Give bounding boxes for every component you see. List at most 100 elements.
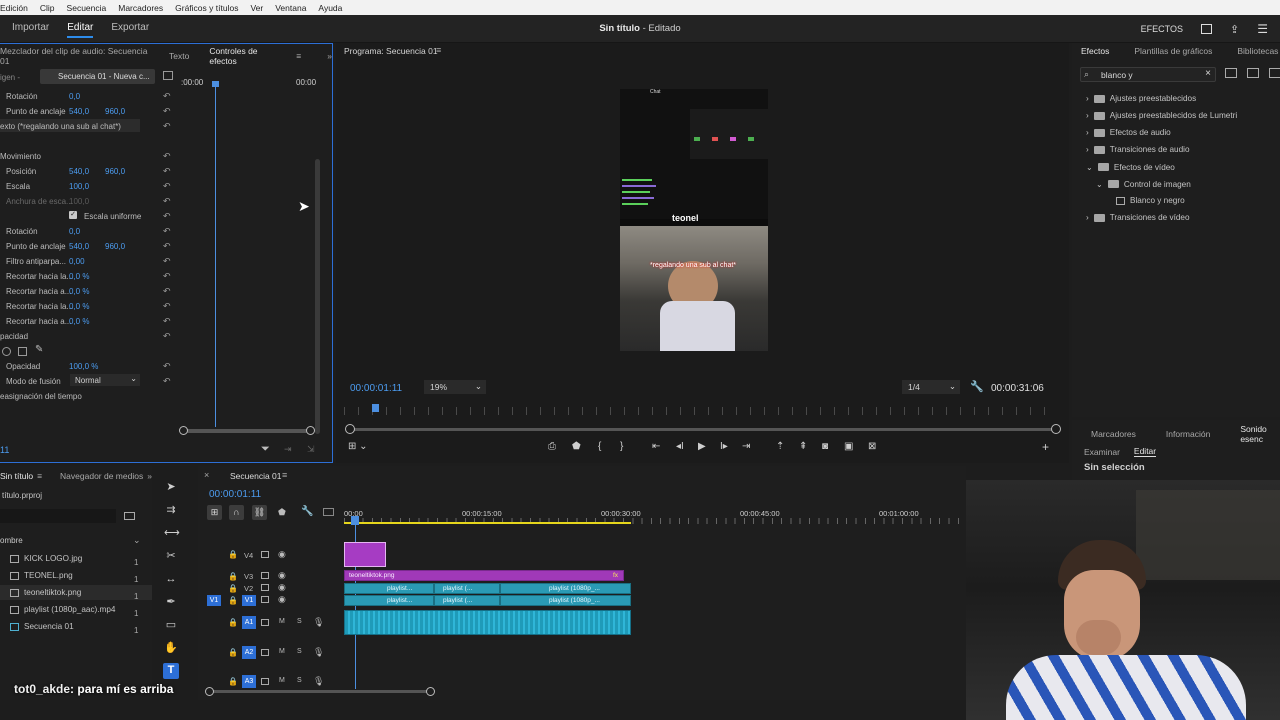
reset-icon[interactable]: ↶ [163, 182, 174, 191]
clip-v3[interactable]: teoneltiktok.png fx [344, 570, 624, 581]
section-movimiento[interactable]: Movimiento [0, 152, 41, 161]
share-icon[interactable]: ⇪ [1230, 23, 1239, 36]
tree-item-blanco-negro[interactable]: Blanco y negro [1116, 196, 1185, 205]
sync-icon[interactable] [261, 678, 269, 685]
slip-tool-icon[interactable]: ↔ [164, 572, 178, 586]
snap-icon[interactable]: ∩ [229, 505, 244, 520]
menu-graficos[interactable]: Gráficos y títulos [175, 3, 238, 13]
lock-icon[interactable]: 🔒 [228, 572, 238, 581]
clip-v2-a[interactable]: playlist... [344, 583, 434, 594]
filter-icon[interactable]: ⏷ [261, 443, 270, 456]
reset-icon[interactable]: ↶ [163, 212, 174, 221]
project-search-input[interactable] [0, 509, 116, 523]
tl-scroll-handle-left[interactable] [205, 687, 214, 696]
rectangle-tool-icon[interactable]: ▭ [164, 618, 178, 632]
blend-mode-select[interactable]: Normal ⌄ [70, 374, 140, 386]
panel-menu-icon[interactable]: ≡ [436, 45, 441, 55]
nest-icon[interactable]: ⊞ [207, 505, 222, 520]
tree-item-presets[interactable]: › Ajustes preestablecidos [1086, 94, 1196, 103]
toggle-timeline-icon[interactable] [163, 71, 173, 80]
tree-item-control-imagen[interactable]: ⌄ Control de imagen [1096, 179, 1191, 190]
sync-icon[interactable] [261, 619, 269, 626]
linked-selection-icon[interactable]: ⛓ [252, 505, 267, 520]
track-v4-label[interactable]: V4 [244, 551, 253, 560]
anclaje-2-x-value[interactable]: 540,0 [69, 242, 89, 251]
clip-v2-b[interactable]: playlist (... [434, 583, 500, 594]
close-tab-icon[interactable]: × [204, 470, 209, 480]
menu-ventana[interactable]: Ventana [275, 3, 306, 13]
mark-in-icon[interactable]: { [598, 441, 601, 452]
subtab-examinar[interactable]: Examinar [1084, 447, 1120, 457]
reset-icon[interactable]: ↶ [163, 152, 174, 161]
solo-button[interactable]: S [297, 618, 302, 625]
sync-icon[interactable] [261, 551, 269, 558]
tab-media-browser[interactable]: Navegador de medios [60, 471, 143, 481]
settings-icon[interactable]: ⊞ ⌄ [348, 441, 368, 452]
lock-icon[interactable]: 🔒 [228, 618, 238, 627]
clip-a1-audio[interactable] [344, 610, 631, 635]
panel-menu-icon[interactable]: ≡ [296, 51, 301, 61]
track-v2-label[interactable]: V2 [244, 584, 253, 593]
tab-project[interactable]: Sin título [0, 471, 33, 481]
search-input[interactable]: blanco y [1101, 70, 1133, 80]
track-v1-label[interactable]: V1 [242, 595, 256, 606]
ec-playhead-handle[interactable] [212, 81, 219, 87]
timeline-settings-icon[interactable]: 🔧 [301, 506, 313, 517]
reset-icon[interactable]: ↶ [163, 167, 174, 176]
program-ruler[interactable] [344, 407, 1054, 415]
step-forward-icon[interactable]: I▸ [720, 441, 728, 452]
clip-v1-a[interactable]: playlist... [344, 595, 434, 606]
lift-icon[interactable]: ⇡ [776, 441, 784, 452]
reset-icon[interactable]: ↶ [163, 197, 174, 206]
wrench-icon[interactable]: 🔧 [970, 380, 984, 393]
panel-overflow-icon[interactable]: » [147, 471, 152, 481]
reset-icon[interactable]: ↶ [163, 287, 174, 296]
tab-efectos[interactable]: Efectos [1081, 46, 1109, 56]
source-patch-v1[interactable]: V1 [207, 595, 221, 606]
panel-menu-icon[interactable]: ≡ [282, 470, 287, 480]
microphone-icon[interactable]: 🎙 [313, 676, 324, 687]
recortar-1-value[interactable]: 0,0 % [69, 272, 89, 281]
razor-tool-icon[interactable]: ✂ [164, 549, 178, 563]
export-icon[interactable]: ⇲ [307, 444, 315, 455]
clip-v2-c[interactable]: playlist (1080p_... [500, 583, 631, 594]
panel-menu-icon[interactable]: ≡ [37, 471, 42, 481]
program-timecode[interactable]: 00:00:01:11 [350, 383, 402, 394]
captions-icon[interactable] [323, 508, 334, 516]
track-select-tool-icon[interactable]: ⇉ [164, 503, 178, 517]
project-item-teonel[interactable]: TEONEL.png [10, 571, 73, 580]
project-item-sequence[interactable]: Secuencia 01 [10, 622, 74, 631]
recortar-2-value[interactable]: 0,0 % [69, 287, 89, 296]
rotacion-2-value[interactable]: 0,0 [69, 227, 80, 236]
posicion-x-value[interactable]: 540,0 [69, 167, 89, 176]
efectos-workspace-label[interactable]: EFECTOS [1141, 24, 1183, 34]
timeline-tab[interactable]: Secuencia 01 [230, 471, 282, 481]
lock-icon[interactable]: 🔒 [228, 677, 238, 686]
tree-item-audio-effects[interactable]: › Efectos de audio [1086, 128, 1171, 137]
menu-ayuda[interactable]: Ayuda [318, 3, 342, 13]
ripple-edit-tool-icon[interactable]: ⟷ [164, 526, 180, 540]
lock-icon[interactable]: 🔒 [228, 550, 238, 559]
posicion-y-value[interactable]: 960,0 [105, 167, 125, 176]
new-bin-icon[interactable] [124, 512, 135, 520]
project-item-kick-logo[interactable]: KICK LOGO.jpg [10, 554, 82, 563]
project-item-teoneltiktok[interactable]: teoneltiktok.png [10, 588, 81, 597]
track-a1-label[interactable]: A1 [242, 616, 256, 629]
anclaje-x-value[interactable]: 540,0 [69, 107, 89, 116]
mute-button[interactable]: M [279, 677, 285, 684]
selection-tool-icon[interactable]: ➤ [164, 480, 178, 494]
solo-button[interactable]: S [297, 677, 302, 684]
tab-audio-clip-mixer[interactable]: Mezclador del clip de audio: Secuencia 0… [0, 46, 149, 66]
anclaje-y-value[interactable]: 960,0 [105, 107, 125, 116]
tree-item-audio-transitions[interactable]: › Transiciones de audio [1086, 145, 1190, 154]
project-item-playlist[interactable]: playlist (1080p_aac).mp4 [10, 605, 115, 614]
lock-icon[interactable]: 🔒 [228, 648, 238, 657]
timeline-h-scrollbar[interactable] [210, 690, 432, 693]
reset-icon[interactable]: ↶ [163, 272, 174, 281]
reset-icon[interactable]: ↶ [163, 317, 174, 326]
play-icon[interactable]: ▶ [698, 441, 706, 452]
tree-item-video-transitions[interactable]: › Transiciones de vídeo [1086, 213, 1190, 222]
effects-search-field[interactable]: ⌕ blanco y × [1080, 67, 1216, 82]
ec-zoom-scrollbar[interactable] [182, 429, 312, 433]
program-playhead-marker[interactable] [372, 404, 379, 412]
